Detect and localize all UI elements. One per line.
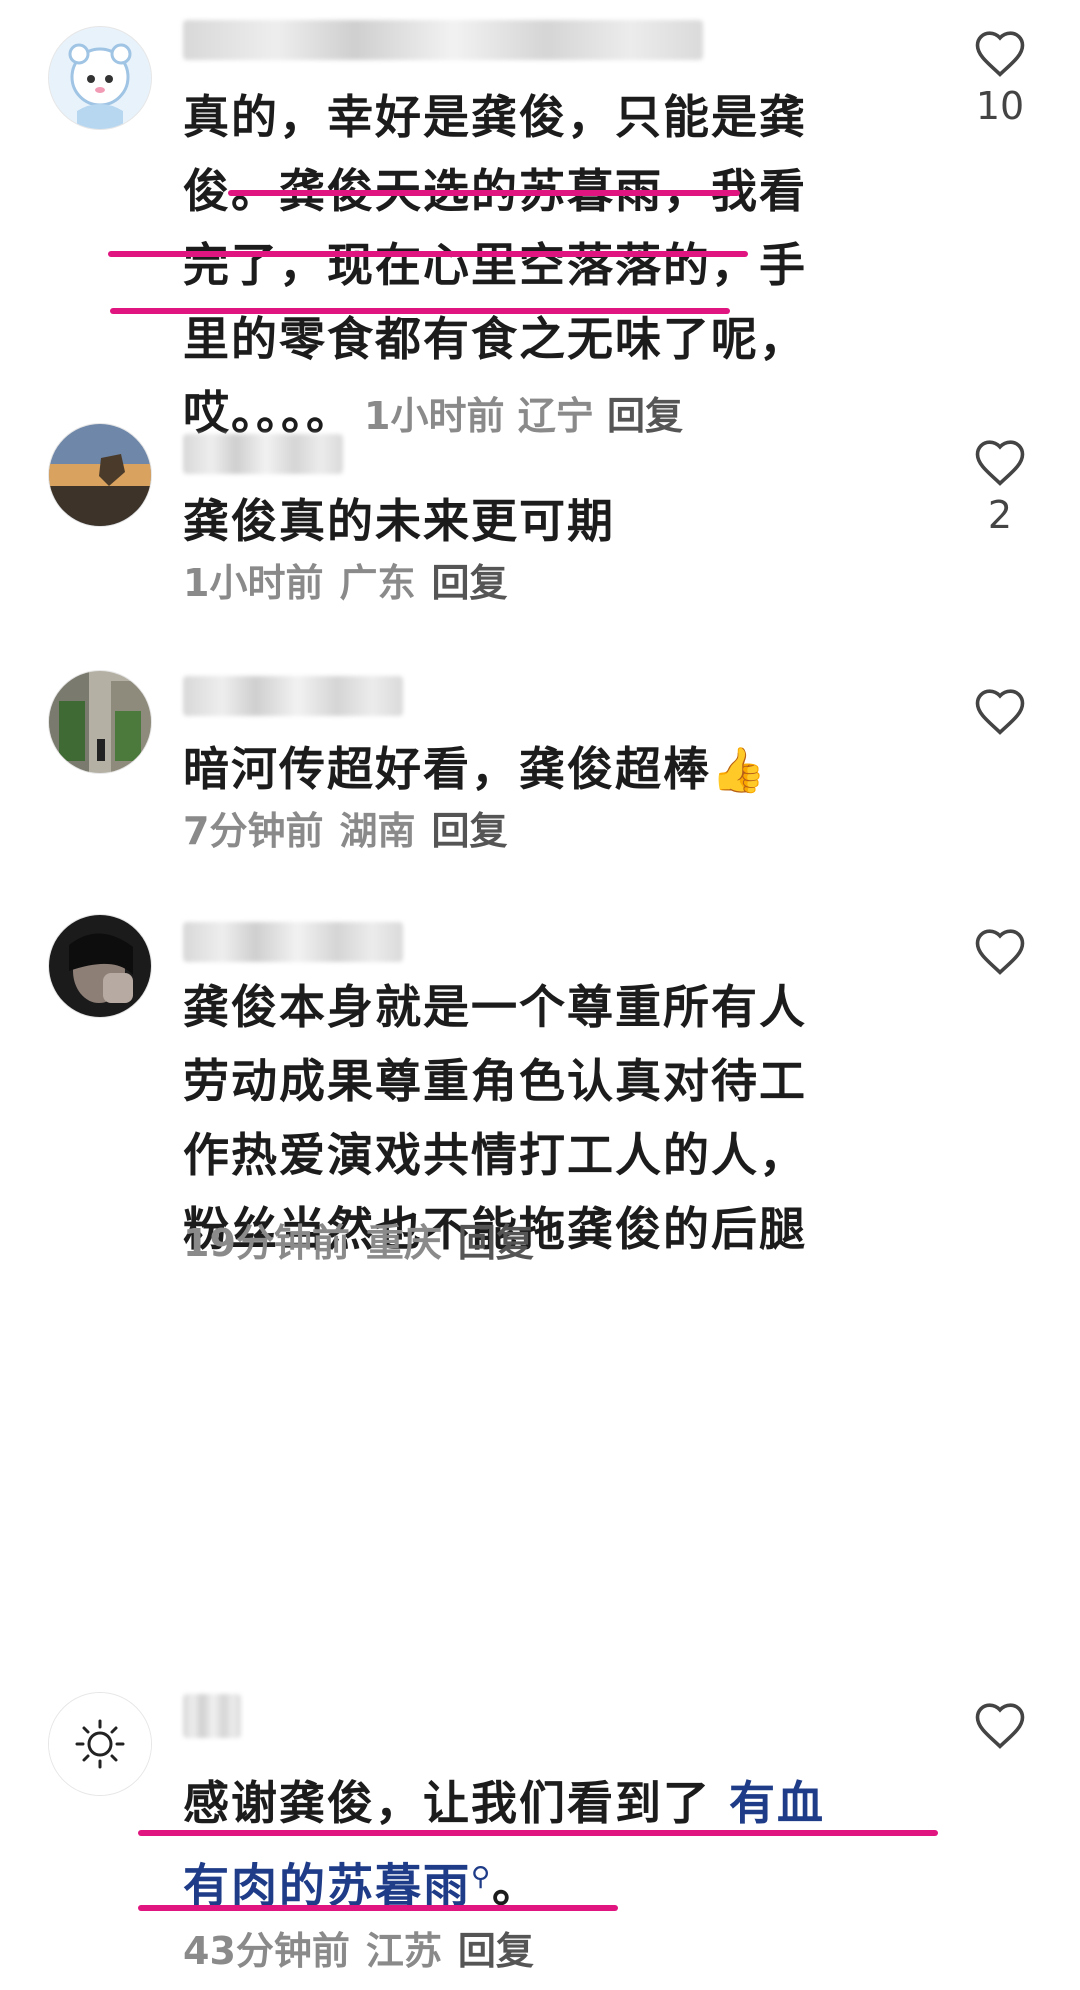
highlight-underline bbox=[228, 190, 740, 196]
highlight-underline bbox=[138, 1905, 618, 1911]
comment-meta: 43分钟前 江苏 回复 bbox=[183, 1920, 550, 1975]
comment-meta: 1小时前 辽宁 回复 bbox=[364, 394, 683, 438]
comment-time: 43分钟前 bbox=[183, 1929, 350, 1973]
comment-time: 7分钟前 bbox=[183, 809, 324, 853]
highlight-underline bbox=[110, 308, 730, 314]
like-button[interactable] bbox=[970, 926, 1030, 976]
like-button[interactable] bbox=[970, 686, 1030, 736]
username-blurred[interactable] bbox=[183, 922, 403, 962]
comment-text: 龚俊真的未来更可期 bbox=[183, 494, 615, 548]
search-icon[interactable]: ⚲ bbox=[471, 1862, 492, 1892]
comment-text: 暗河传超好看，龚俊超棒👍 bbox=[183, 732, 918, 808]
comment-text: 真的，幸好是龚俊，只能是龚 俊。龚俊天选的苏暮雨，我看 完了，现在心里空落落的，… bbox=[183, 90, 807, 440]
like-button[interactable] bbox=[970, 1700, 1030, 1750]
highlight-underline bbox=[138, 1830, 938, 1836]
search-link[interactable]: 有血 bbox=[729, 1776, 825, 1830]
reply-button[interactable]: 回复 bbox=[458, 1929, 534, 1973]
avatar[interactable] bbox=[48, 1692, 152, 1796]
heart-outline-icon bbox=[975, 1703, 1025, 1749]
avatar[interactable] bbox=[48, 26, 152, 130]
reply-button[interactable]: 回复 bbox=[607, 394, 683, 438]
avatar[interactable] bbox=[48, 670, 152, 774]
comment-text: 感谢龚俊，让我们看到了 有血 有肉的苏暮雨⚲。 bbox=[183, 1776, 826, 1913]
username-blurred[interactable] bbox=[183, 676, 403, 716]
comment-time: 19分钟前 bbox=[183, 1221, 350, 1265]
comment-location: 江苏 bbox=[365, 1929, 442, 1973]
avatar[interactable] bbox=[48, 423, 152, 527]
heart-outline-icon bbox=[975, 929, 1025, 975]
avatar[interactable] bbox=[48, 914, 152, 1018]
username-blurred[interactable] bbox=[183, 434, 343, 474]
username-blurred[interactable] bbox=[183, 1694, 241, 1738]
heart-outline-icon bbox=[975, 31, 1025, 77]
like-count: 10 bbox=[975, 84, 1025, 128]
reply-button[interactable]: 回复 bbox=[431, 561, 507, 605]
like-button[interactable]: 2 bbox=[970, 437, 1030, 537]
comment-location: 湖南 bbox=[339, 809, 416, 853]
thumbs-up-emoji: 👍 bbox=[711, 745, 768, 796]
comment-time: 1小时前 bbox=[183, 561, 324, 605]
heart-outline-icon bbox=[975, 689, 1025, 735]
comment-meta: 7分钟前 湖南 回复 bbox=[183, 800, 523, 855]
like-count: 2 bbox=[987, 493, 1013, 537]
comment-time: 1小时前 bbox=[364, 394, 505, 438]
comment-location: 广东 bbox=[339, 561, 416, 605]
highlight-underline bbox=[108, 251, 748, 257]
reply-button[interactable]: 回复 bbox=[431, 809, 507, 853]
username-blurred[interactable] bbox=[183, 20, 703, 60]
like-button[interactable]: 10 bbox=[970, 28, 1030, 128]
comment-meta: 1小时前 广东 回复 bbox=[183, 552, 523, 607]
comment-location: 重庆 bbox=[365, 1221, 442, 1265]
sun-icon bbox=[49, 1693, 151, 1795]
heart-outline-icon bbox=[975, 440, 1025, 486]
comment-location: 辽宁 bbox=[517, 394, 594, 438]
comment-meta: 19分钟前 重庆 回复 bbox=[183, 1212, 550, 1267]
reply-button[interactable]: 回复 bbox=[458, 1221, 534, 1265]
